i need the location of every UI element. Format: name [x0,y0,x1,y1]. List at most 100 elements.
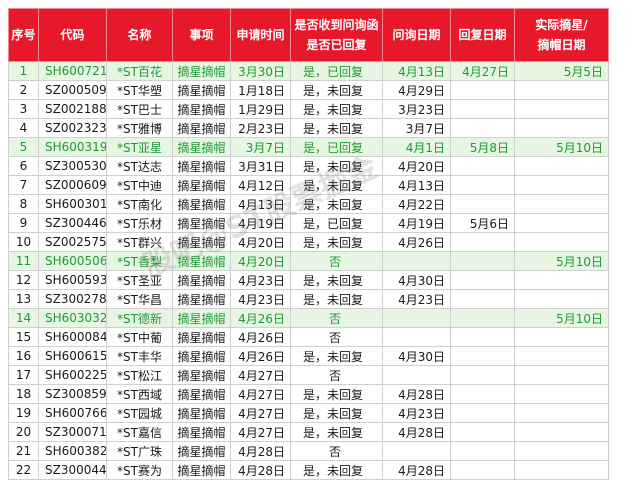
table-row: 10 SZ002575 *ST群兴 摘星摘帽 4月20日 是，未回复 4月26日 [8,232,609,252]
cell-reply [450,175,515,195]
cell-idx: 12 [8,270,39,290]
cell-item: 摘星摘帽 [172,365,231,385]
cell-idx: 8 [8,194,39,214]
header-actual-date-line1: 实际摘星/ [535,18,588,32]
cell-idx: 9 [8,213,39,233]
cell-idx: 22 [8,460,39,480]
header-apply-time: 申请时间 [230,8,291,62]
cell-inquiry: 4月30日 [382,346,451,366]
cell-reply [450,289,515,309]
cell-apply: 4月26日 [230,346,291,366]
cell-item: 摘星摘帽 [172,251,231,271]
cell-apply: 4月26日 [230,327,291,347]
cell-inquiry: 4月28日 [382,384,451,404]
cell-apply: 4月19日 [230,213,291,233]
cell-apply: 1月29日 [230,99,291,119]
header-idx: 序号 [8,8,39,62]
cell-reply [450,156,515,176]
header-name: 名称 [106,8,173,62]
cell-apply: 4月28日 [230,441,291,461]
cell-actual: 5月5日 [514,61,609,81]
cell-apply: 4月27日 [230,365,291,385]
cell-item: 摘星摘帽 [172,232,231,252]
cell-code: SH600593 [38,270,107,290]
cell-apply: 1月18日 [230,80,291,100]
table-row: 14 SH603032 *ST德新 摘星摘帽 4月26日否 5月10日 [8,308,609,328]
table-row: 22 SZ300044 *ST赛为 摘星摘帽 4月28日 是，未回复 4月28日 [8,460,609,480]
cell-code: SZ300446 [38,213,107,233]
cell-status: 是，已回复 [290,137,383,157]
cell-reply [450,346,515,366]
cell-name: *ST西域 [106,384,173,404]
cell-item: 摘星摘帽 [172,80,231,100]
cell-status: 是，已回复 [290,61,383,81]
cell-item: 摘星摘帽 [172,289,231,309]
cell-name: *ST巴士 [106,99,173,119]
cell-idx: 14 [8,308,39,328]
cell-code: SH600319 [38,137,107,157]
cell-inquiry [382,327,451,347]
cell-item: 摘星摘帽 [172,422,231,442]
cell-reply [450,251,515,271]
cell-name: *ST华昌 [106,289,173,309]
cell-item: 摘星摘帽 [172,441,231,461]
cell-apply: 4月20日 [230,251,291,271]
cell-reply: 4月27日 [450,61,515,81]
header-item: 事项 [172,8,231,62]
cell-name: *ST圣亚 [106,270,173,290]
cell-idx: 7 [8,175,39,195]
cell-name: *ST中迪 [106,175,173,195]
cell-code: SZ002323 [38,118,107,138]
st-table: 序号 代码 名称 事项 申请时间 是否收到问询函 是否已回复 问询日期 回复日期 … [8,8,609,480]
cell-idx: 5 [8,137,39,157]
cell-inquiry: 4月26日 [382,232,451,252]
cell-item: 摘星摘帽 [172,213,231,233]
cell-status: 是，已回复 [290,213,383,233]
cell-actual [514,194,609,214]
cell-code: SZ300071 [38,422,107,442]
cell-apply: 3月30日 [230,61,291,81]
header-reply-date: 回复日期 [450,8,515,62]
cell-reply [450,308,515,328]
cell-name: *ST雅博 [106,118,173,138]
cell-name: *ST香梨 [106,251,173,271]
cell-inquiry: 4月28日 [382,422,451,442]
cell-reply: 5月8日 [450,137,515,157]
table-row: 6 SZ300530 *ST达志 摘星摘帽 3月31日 是，未回复 4月20日 [8,156,609,176]
header-inquiry-status: 是否收到问询函 是否已回复 [290,8,383,62]
table-row: 19 SH600766 *ST园城 摘星摘帽 4月27日 是，未回复 4月23日 [8,403,609,423]
cell-reply [450,460,515,480]
cell-idx: 21 [8,441,39,461]
table-row: 9 SZ300446 *ST乐材 摘星摘帽 4月19日 是，已回复 4月19日 5月6日 [8,213,609,233]
cell-idx: 4 [8,118,39,138]
cell-item: 摘星摘帽 [172,194,231,214]
cell-inquiry: 4月28日 [382,460,451,480]
cell-apply: 3月31日 [230,156,291,176]
cell-apply: 4月27日 [230,422,291,442]
cell-code: SZ300278 [38,289,107,309]
cell-name: *ST达志 [106,156,173,176]
cell-reply [450,422,515,442]
cell-actual [514,441,609,461]
cell-code: SZ000509 [38,80,107,100]
cell-name: *ST园城 [106,403,173,423]
cell-item: 摘星摘帽 [172,99,231,119]
cell-name: *ST百花 [106,61,173,81]
cell-reply [450,118,515,138]
cell-name: *ST松江 [106,365,173,385]
cell-actual [514,175,609,195]
cell-idx: 6 [8,156,39,176]
cell-status: 是，未回复 [290,99,383,119]
cell-status: 是，未回复 [290,175,383,195]
cell-apply: 4月23日 [230,270,291,290]
cell-name: *ST嘉信 [106,422,173,442]
cell-reply [450,232,515,252]
cell-status: 否 [290,327,383,347]
cell-inquiry: 4月1日 [382,137,451,157]
cell-item: 摘星摘帽 [172,460,231,480]
cell-reply [450,403,515,423]
header-row: 序号 代码 名称 事项 申请时间 是否收到问询函 是否已回复 问询日期 回复日期 … [8,8,609,62]
cell-inquiry [382,441,451,461]
cell-code: SH600084 [38,327,107,347]
cell-actual [514,156,609,176]
